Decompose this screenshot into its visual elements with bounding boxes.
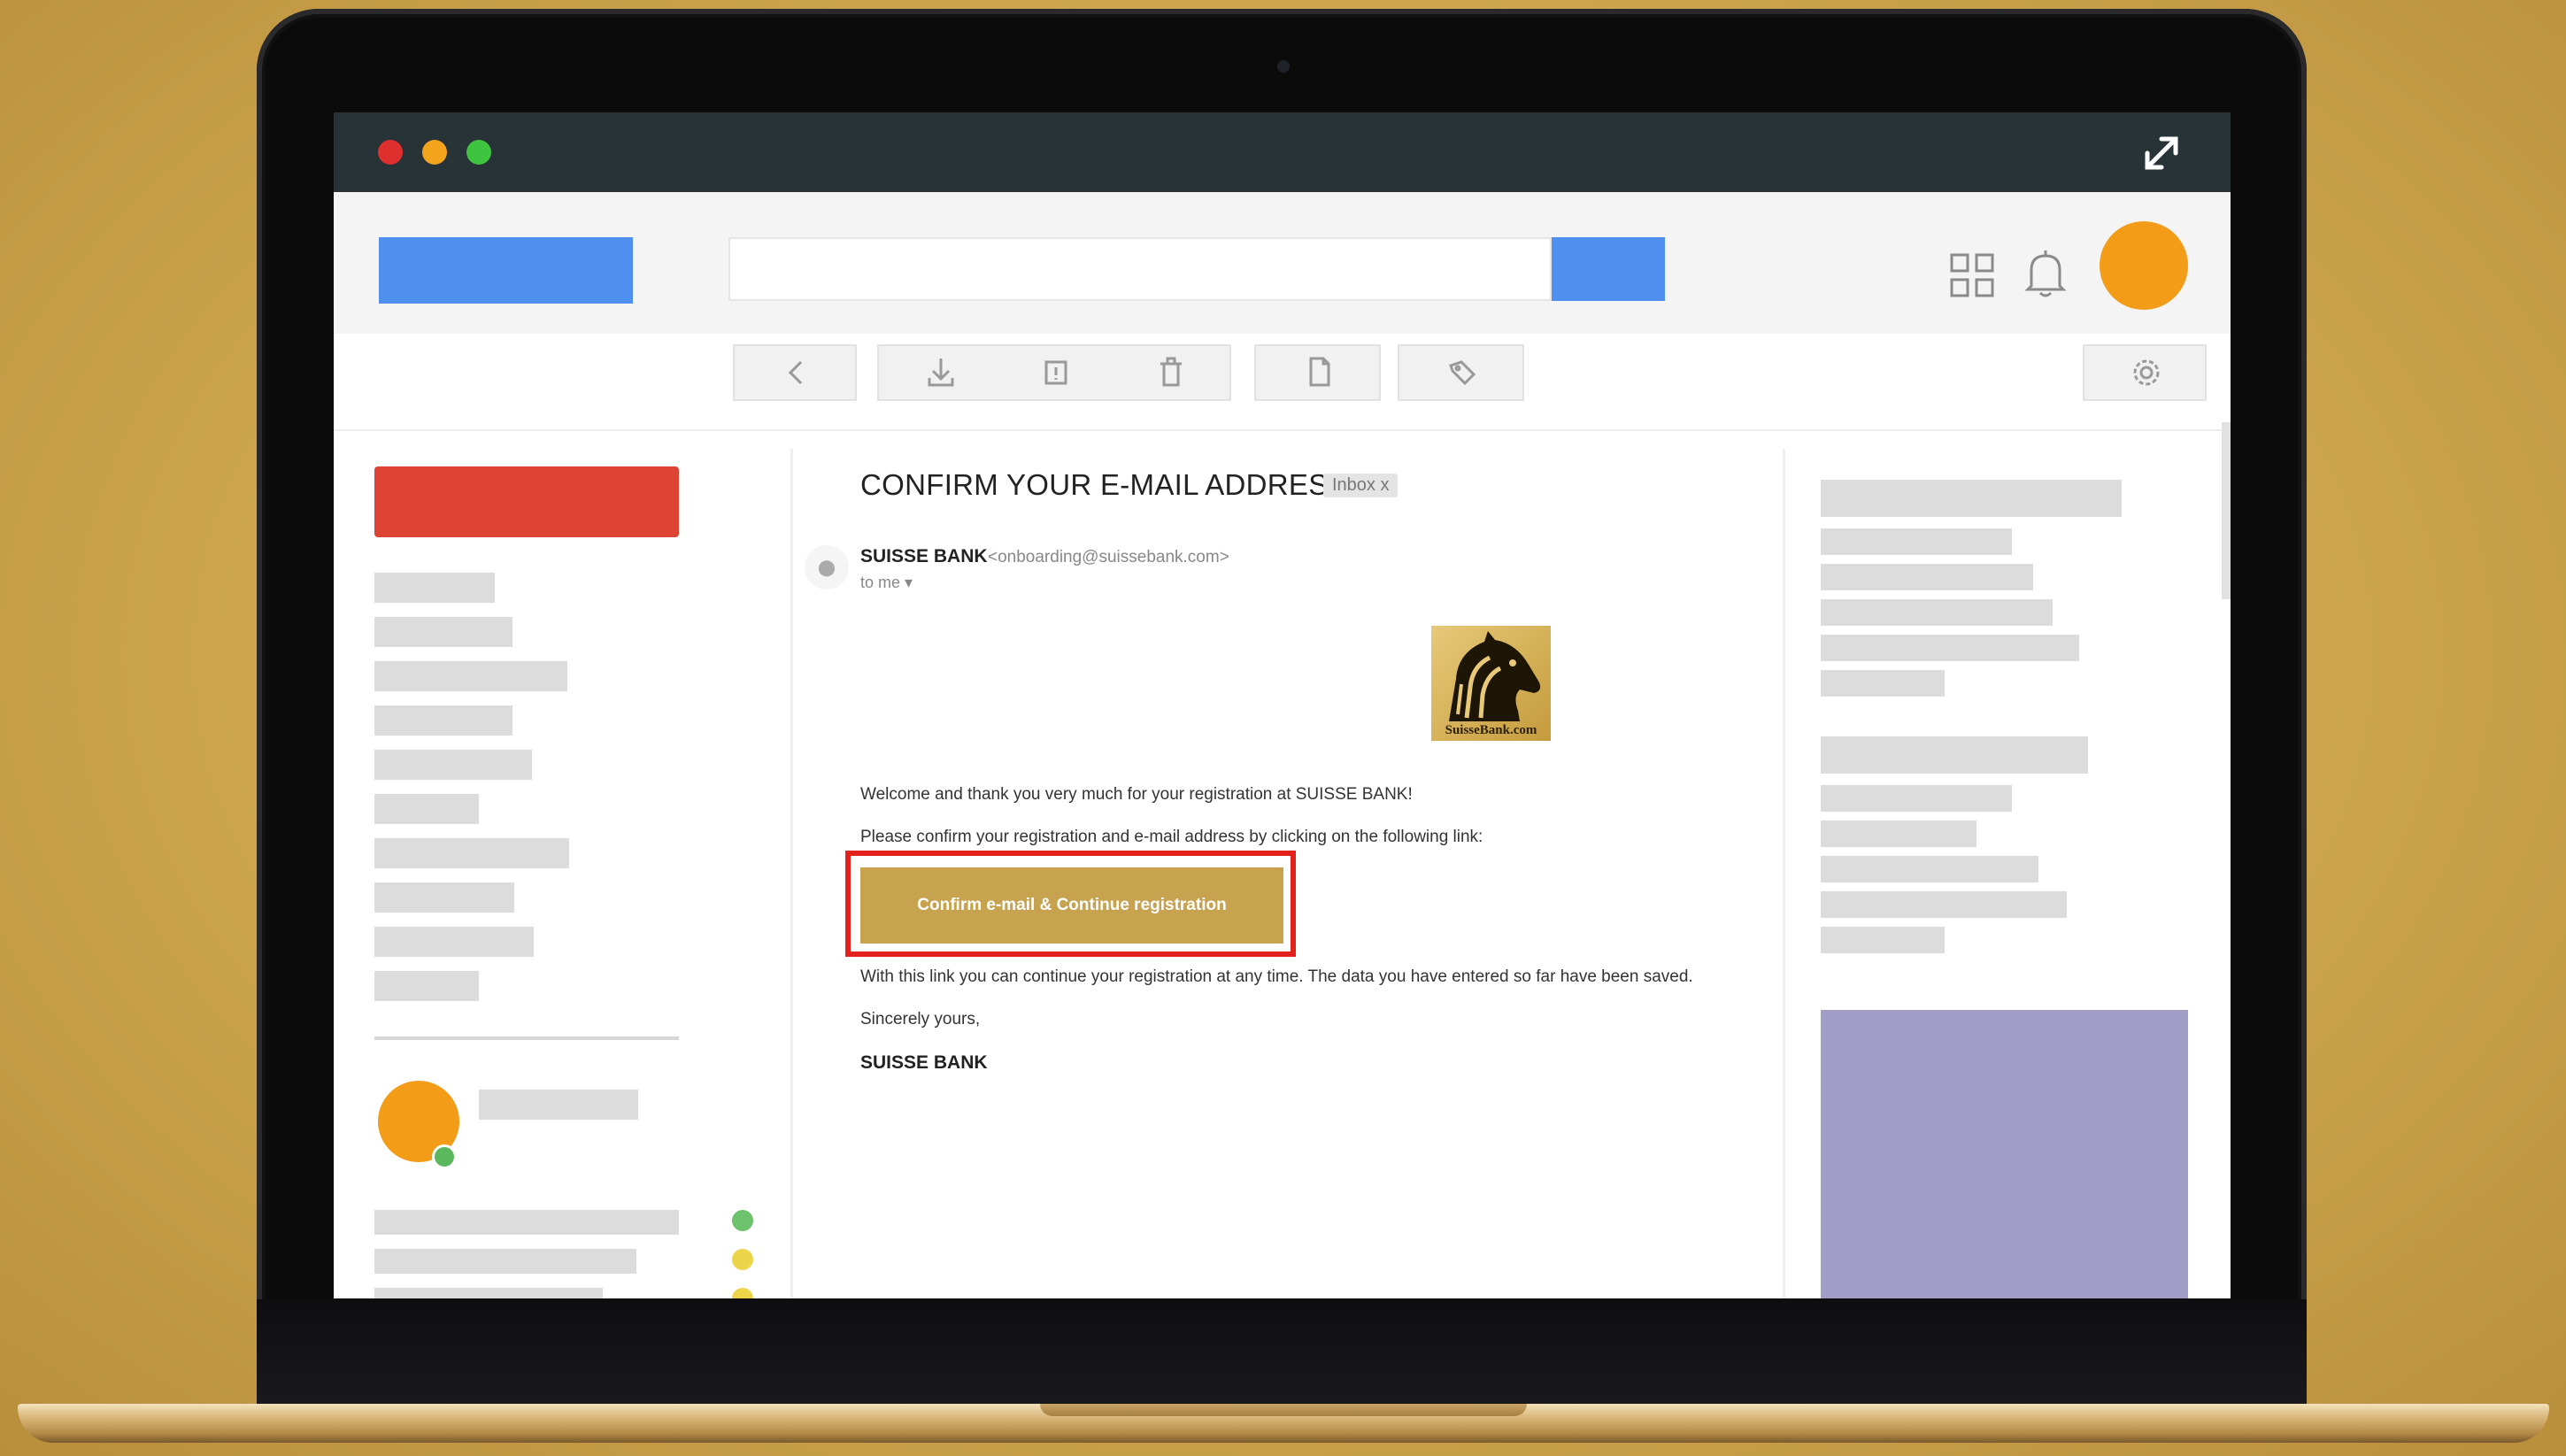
right-panel-line xyxy=(1821,564,2033,590)
sidebar-item-7[interactable] xyxy=(374,838,569,868)
tag-icon xyxy=(1431,346,1493,399)
sender-avatar: ⬤ xyxy=(805,545,849,589)
maximize-window-button[interactable] xyxy=(466,140,491,165)
archive-report-delete-group xyxy=(877,344,1231,401)
pane-divider-left xyxy=(790,449,793,1298)
sender-email: <onboarding@suissebank.com> xyxy=(988,548,1229,566)
compose-button[interactable] xyxy=(374,466,679,537)
scrollbar[interactable] xyxy=(2222,422,2231,599)
bell-icon[interactable] xyxy=(2023,249,2069,298)
sidebar-item-4[interactable] xyxy=(374,705,512,736)
avatar[interactable] xyxy=(2100,221,2188,310)
sidebar-item-1[interactable] xyxy=(374,573,495,603)
sidebar-item-2[interactable] xyxy=(374,617,512,647)
sidebar-item-5[interactable] xyxy=(374,750,532,780)
close-window-button[interactable] xyxy=(378,140,403,165)
welcome-paragraph: Welcome and thank you very much for your… xyxy=(860,785,1413,804)
mail-logo-placeholder[interactable] xyxy=(379,237,633,304)
message-toolbar xyxy=(334,334,2231,431)
search-button[interactable] xyxy=(1552,237,1665,301)
confirm-instruction-paragraph: Please confirm your registration and e-m… xyxy=(860,828,1483,846)
suissebank-logo: SuisseBank.com xyxy=(1431,626,1551,741)
archive-download-icon[interactable] xyxy=(910,346,972,399)
sidebar-item-10[interactable] xyxy=(374,971,479,1001)
right-panel-line xyxy=(1821,528,2012,555)
contact-item-2[interactable] xyxy=(374,1249,636,1274)
sidebar-divider xyxy=(374,1036,679,1040)
ad-block[interactable] xyxy=(1821,1010,2188,1298)
move-button[interactable] xyxy=(1254,344,1381,401)
laptop-notch xyxy=(1040,1404,1527,1416)
document-icon xyxy=(1288,346,1350,399)
sender-name: SUISSE BANK xyxy=(860,546,988,566)
right-panel-heading-2 xyxy=(1821,736,2088,774)
sidebar-item-8[interactable] xyxy=(374,882,514,913)
chat-user-name xyxy=(479,1090,638,1120)
status-dot-yellow xyxy=(732,1249,753,1270)
right-panel-line xyxy=(1821,785,2012,812)
window-titlebar xyxy=(334,112,2231,192)
right-panel-line xyxy=(1821,820,1977,847)
report-icon[interactable] xyxy=(1025,346,1087,399)
right-panel-line xyxy=(1821,891,2067,918)
right-panel-line xyxy=(1821,670,1945,697)
mail-header xyxy=(334,192,2231,334)
sidebar-item-6[interactable] xyxy=(374,794,479,824)
apps-grid-icon[interactable] xyxy=(1949,252,1995,298)
sidebar-item-9[interactable] xyxy=(374,927,534,957)
logo-wordmark: SuisseBank.com xyxy=(1445,723,1537,737)
label-button[interactable] xyxy=(1398,344,1524,401)
email-subject: CONFIRM YOUR E-MAIL ADDRESS xyxy=(860,468,1348,501)
settings-button[interactable] xyxy=(2083,344,2207,401)
inbox-label-badge[interactable]: Inbox x xyxy=(1323,474,1399,497)
minimize-window-button[interactable] xyxy=(422,140,447,165)
online-status-dot xyxy=(432,1144,457,1169)
confirm-email-button[interactable]: Confirm e-mail & Continue registration xyxy=(860,867,1283,944)
horse-head-icon xyxy=(1449,631,1541,721)
right-panel-line xyxy=(1821,635,2079,661)
contact-item-1[interactable] xyxy=(374,1210,679,1235)
trash-icon[interactable] xyxy=(1140,346,1202,399)
status-dot-green xyxy=(732,1210,753,1231)
back-arrow-icon xyxy=(766,346,828,399)
back-button[interactable] xyxy=(733,344,857,401)
recipient-dropdown[interactable]: to me ▾ xyxy=(860,574,913,592)
right-panel-line xyxy=(1821,856,2038,882)
sidebar-item-3[interactable] xyxy=(374,661,567,691)
continue-info-paragraph: With this link you can continue your reg… xyxy=(860,967,1693,986)
status-dot-yellow-2 xyxy=(732,1288,753,1298)
screen: CONFIRM YOUR E-MAIL ADDRESS Inbox x ⬤ SU… xyxy=(334,112,2231,1298)
right-panel-line xyxy=(1821,927,1945,953)
right-panel-line xyxy=(1821,599,2053,626)
webcam xyxy=(1277,60,1290,73)
signature: SUISSE BANK xyxy=(860,1052,988,1073)
gear-icon xyxy=(2115,346,2177,399)
closing-line: Sincerely yours, xyxy=(860,1010,981,1028)
search-input[interactable] xyxy=(728,237,1552,301)
laptop-chin xyxy=(257,1299,2307,1407)
pane-divider-right xyxy=(1783,449,1785,1298)
contact-item-3[interactable] xyxy=(374,1288,603,1298)
right-panel-heading-1 xyxy=(1821,480,2122,517)
expand-arrows-icon[interactable] xyxy=(2137,128,2186,178)
